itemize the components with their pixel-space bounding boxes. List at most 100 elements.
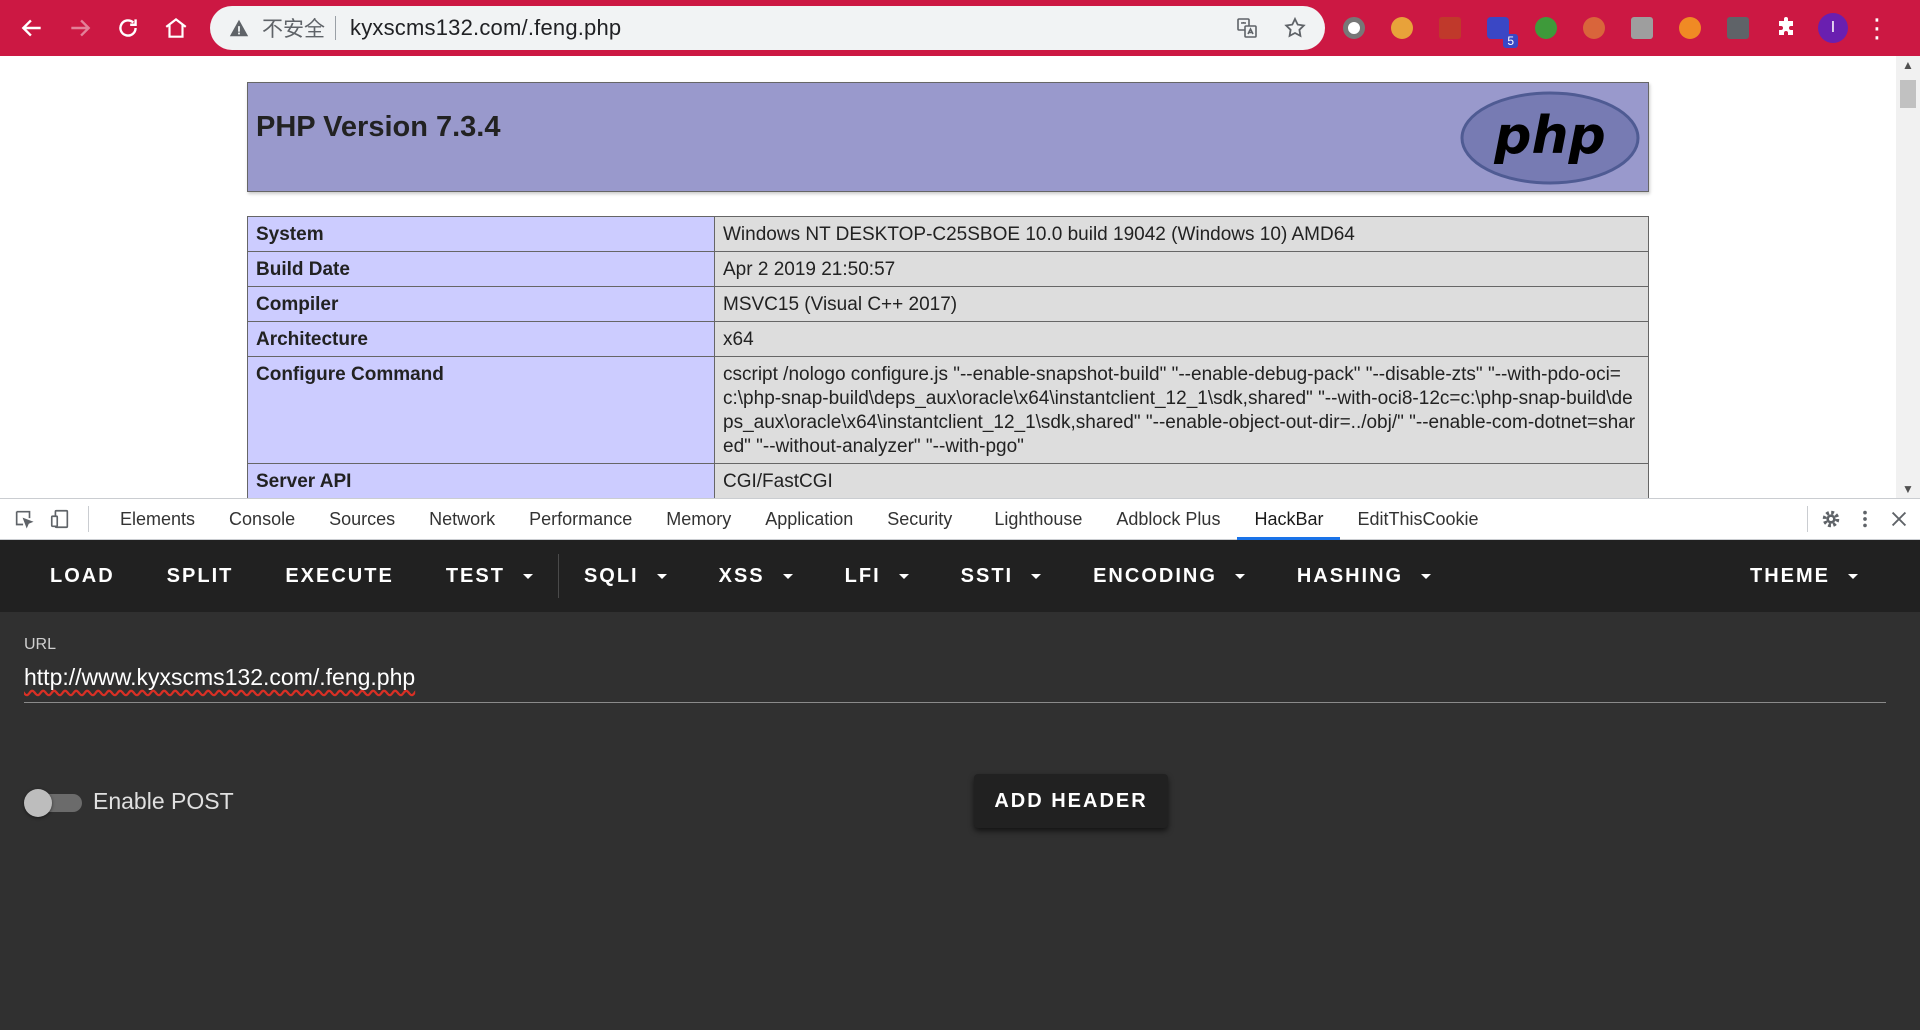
table-value: MSVC15 (Visual C++ 2017) xyxy=(714,286,1649,322)
table-key: Architecture xyxy=(247,321,715,357)
browser-menu-icon[interactable]: ⋮ xyxy=(1864,13,1890,44)
xss-label: XSS xyxy=(718,564,765,587)
tab-network[interactable]: Network xyxy=(412,499,512,539)
arrow-right-icon xyxy=(71,19,91,37)
address-actions xyxy=(1235,16,1307,40)
caret-down-icon xyxy=(656,573,667,579)
forward-button[interactable] xyxy=(56,0,104,56)
scroll-down-icon[interactable]: ▼ xyxy=(1902,482,1914,496)
xss-menu-button[interactable]: XSS xyxy=(693,540,819,612)
enable-post-toggle[interactable] xyxy=(24,788,82,817)
caret-down-icon xyxy=(1421,573,1432,579)
arrow-left-icon xyxy=(21,19,41,37)
caret-down-icon xyxy=(522,573,533,579)
toggle-knob xyxy=(24,789,52,817)
scrollbar-thumb[interactable] xyxy=(1900,80,1916,108)
star-icon[interactable] xyxy=(1283,16,1307,40)
extension-fox-icon[interactable] xyxy=(1674,12,1706,44)
extension-cookie-icon[interactable] xyxy=(1386,12,1418,44)
tab-adblock-plus[interactable]: Adblock Plus xyxy=(1099,499,1237,539)
sqli-label: SQLI xyxy=(583,564,639,587)
php-logo[interactable]: php xyxy=(1460,91,1640,185)
table-key: Compiler xyxy=(247,286,715,322)
tab-security[interactable]: Security xyxy=(870,499,969,539)
table-row: System Windows NT DESKTOP-C25SBOE 10.0 b… xyxy=(247,216,1649,252)
test-menu-button[interactable]: TEST xyxy=(420,540,559,612)
hackbar-toolbar: LOAD SPLIT EXECUTE TEST SQLI XSS LFI SST… xyxy=(0,540,1920,612)
address-divider xyxy=(335,16,336,40)
address-url[interactable]: kyxscms132.com/.feng.php xyxy=(350,15,621,41)
gear-icon[interactable] xyxy=(1820,508,1842,530)
theme-menu-button[interactable]: THEME xyxy=(1724,540,1884,612)
test-label: TEST xyxy=(445,564,505,587)
caret-down-icon xyxy=(1234,573,1245,579)
address-bar[interactable]: 不安全 kyxscms132.com/.feng.php xyxy=(210,6,1325,50)
extension-cube-icon[interactable]: 5 xyxy=(1482,12,1518,48)
table-key: Build Date xyxy=(247,251,715,287)
more-options-icon[interactable] xyxy=(1854,508,1876,530)
inspect-element-icon[interactable] xyxy=(6,499,42,539)
execute-label: EXECUTE xyxy=(285,564,394,587)
not-secure-label[interactable]: 不安全 xyxy=(262,13,325,43)
tab-lighthouse[interactable]: Lighthouse xyxy=(977,499,1099,539)
tab-elements[interactable]: Elements xyxy=(103,499,212,539)
back-button[interactable] xyxy=(8,0,56,56)
sqli-menu-button[interactable]: SQLI xyxy=(558,540,693,612)
home-button[interactable] xyxy=(152,0,200,56)
tab-editthiscookie[interactable]: EditThisCookie xyxy=(1340,499,1495,539)
browser-toolbar: 不安全 kyxscms132.com/.feng.php 5 I ⋮ xyxy=(0,0,1920,56)
table-value: Apr 2 2019 21:50:57 xyxy=(714,251,1649,287)
enable-post-label: Enable POST xyxy=(93,788,234,814)
reload-button[interactable] xyxy=(104,0,152,56)
reload-icon xyxy=(119,19,137,37)
lfi-menu-button[interactable]: LFI xyxy=(819,540,935,612)
device-toggle-icon[interactable] xyxy=(42,499,78,539)
ssti-label: SSTI xyxy=(960,564,1014,587)
load-label: LOAD xyxy=(50,564,115,587)
table-row: Architecture x64 xyxy=(247,321,1649,357)
execute-button[interactable]: EXECUTE xyxy=(259,540,419,612)
phpinfo-table: System Windows NT DESKTOP-C25SBOE 10.0 b… xyxy=(247,216,1649,498)
tab-hackbar[interactable]: HackBar xyxy=(1237,499,1341,540)
split-label: SPLIT xyxy=(166,564,234,587)
table-row: Build Date Apr 2 2019 21:50:57 xyxy=(247,251,1649,287)
tab-application[interactable]: Application xyxy=(748,499,870,539)
table-value: cscript /nologo configure.js "--enable-s… xyxy=(714,356,1649,464)
extensions-puzzle-icon[interactable] xyxy=(1770,12,1802,44)
warning-icon[interactable] xyxy=(228,17,250,39)
hashing-menu-button[interactable]: HASHING xyxy=(1271,540,1457,612)
scroll-up-icon[interactable]: ▲ xyxy=(1902,58,1914,72)
extension-window-icon[interactable] xyxy=(1626,12,1658,44)
extension-monkey-icon[interactable] xyxy=(1578,12,1610,44)
table-key: System xyxy=(247,216,715,252)
phpinfo-header: PHP Version 7.3.4 php xyxy=(247,82,1649,192)
close-icon[interactable] xyxy=(1888,508,1910,530)
tab-sources[interactable]: Sources xyxy=(312,499,412,539)
extension-card-icon[interactable] xyxy=(1722,12,1754,44)
theme-label: THEME xyxy=(1750,564,1830,587)
table-row: Compiler MSVC15 (Visual C++ 2017) xyxy=(247,286,1649,322)
split-button[interactable]: SPLIT xyxy=(141,540,260,612)
url-input[interactable]: http://www.kyxscms132.com/.feng.php xyxy=(24,664,415,691)
load-button[interactable]: LOAD xyxy=(24,540,141,612)
ssti-menu-button[interactable]: SSTI xyxy=(935,540,1067,612)
hashing-label: HASHING xyxy=(1296,564,1404,587)
profile-avatar[interactable]: I xyxy=(1818,13,1848,43)
page-scrollbar[interactable]: ▲ ▼ xyxy=(1896,56,1920,498)
extension-arrow-icon[interactable] xyxy=(1434,12,1466,44)
table-value: Windows NT DESKTOP-C25SBOE 10.0 build 19… xyxy=(714,216,1649,252)
caret-down-icon xyxy=(1848,573,1858,579)
table-key: Server API xyxy=(247,463,715,498)
caret-down-icon xyxy=(1031,573,1042,579)
tab-performance[interactable]: Performance xyxy=(512,499,649,539)
devtools-divider xyxy=(1807,506,1808,532)
translate-icon[interactable] xyxy=(1235,16,1259,40)
tab-console[interactable]: Console xyxy=(212,499,312,539)
tab-memory[interactable]: Memory xyxy=(649,499,748,539)
home-icon xyxy=(165,17,187,38)
lfi-label: LFI xyxy=(844,564,881,587)
encoding-menu-button[interactable]: ENCODING xyxy=(1067,540,1271,612)
add-header-button[interactable]: ADD HEADER xyxy=(974,774,1168,828)
extension-record-icon[interactable] xyxy=(1338,12,1370,44)
extension-gear-icon[interactable] xyxy=(1530,12,1562,44)
